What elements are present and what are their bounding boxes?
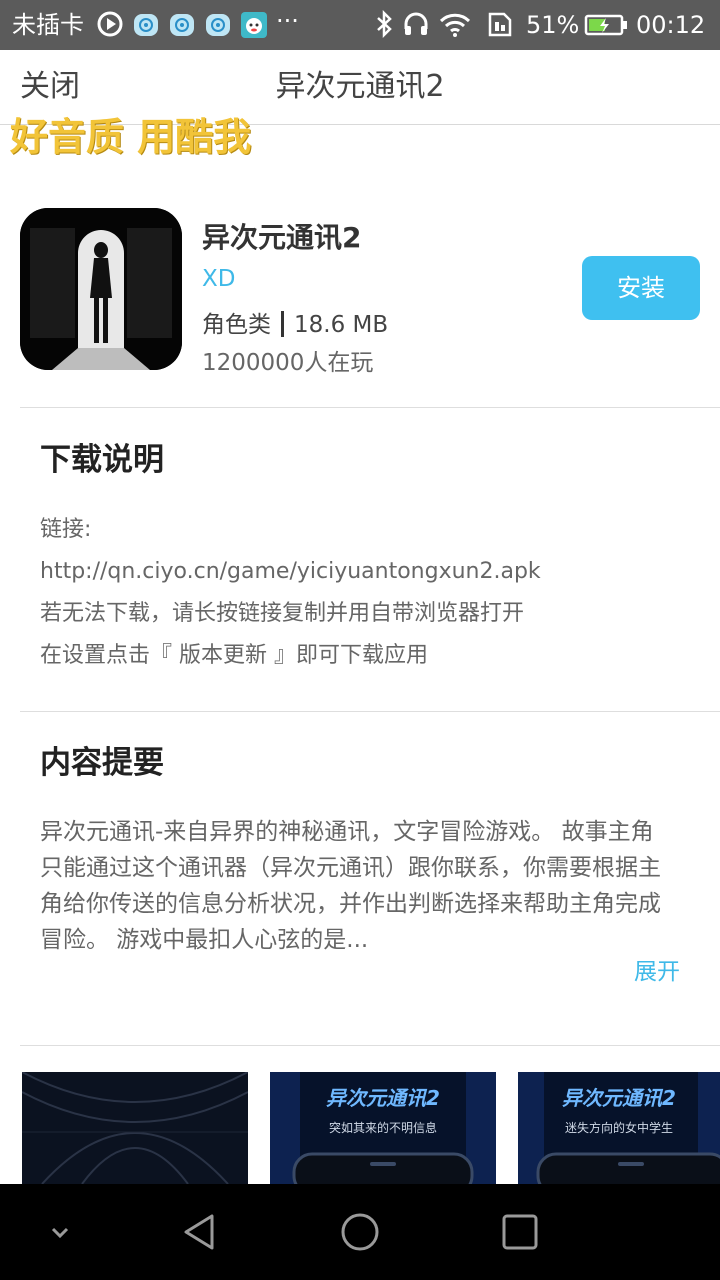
back-icon[interactable] [180, 1212, 220, 1252]
screenshot-caption: 迷失方向的女中学生 [564, 1121, 673, 1135]
summary-text: 异次元通讯-来自异界的神秘通讯，文字冒险游戏。 故事主角只能通过这个通讯器（异次… [40, 819, 661, 953]
battery-percent: 51% [526, 11, 580, 39]
download-line: 链接: [40, 517, 92, 542]
summary-section-title: 内容提要 [40, 745, 164, 781]
divider [20, 1045, 720, 1046]
more-indicator: ··· [276, 7, 299, 35]
app-badge-icon [241, 12, 267, 38]
screenshot-logo: 异次元通讯2 [326, 1086, 440, 1110]
screenshot-thumbnail[interactable] [22, 1072, 248, 1184]
screenshot-thumbnail[interactable]: 异次元通讯2 突如其来的不明信息 [270, 1072, 496, 1184]
signal-badge-icon [206, 14, 230, 36]
divider [20, 407, 720, 408]
screenshot-image [22, 1072, 248, 1184]
screenshot-thumbnail[interactable]: 异次元通讯2 迷失方向的女中学生 [518, 1072, 720, 1184]
play-circle-icon [97, 11, 123, 37]
navigation-bar [0, 1184, 720, 1280]
app-icon [20, 208, 182, 370]
ad-banner[interactable]: 好音质 用酷我 [10, 112, 251, 162]
game-art-image [20, 208, 182, 370]
screenshot-logo: 异次元通讯2 [562, 1086, 676, 1110]
install-button[interactable]: 安装 [582, 256, 700, 320]
status-bar: 未插卡 ··· 51% 00:12 [0, 0, 720, 50]
size-label: 18.6 MB [294, 312, 389, 338]
app-meta: 角色类 18.6 MB [202, 310, 388, 340]
download-section-title: 下载说明 [40, 442, 164, 478]
divider [20, 711, 720, 712]
page-title: 异次元通讯2 [275, 69, 445, 104]
signal-badge-icon [170, 14, 194, 36]
download-line: 若无法下载，请长按链接复制并用自带浏览器打开 [40, 601, 525, 626]
clock: 00:12 [636, 11, 706, 39]
recents-icon[interactable] [500, 1212, 540, 1252]
signal-badge-icon [134, 14, 158, 36]
chevron-down-icon[interactable] [44, 1216, 76, 1248]
headphones-icon [404, 12, 428, 35]
screenshot-caption: 突如其来的不明信息 [328, 1121, 437, 1135]
download-line: 在设置点击『 版本更新 』即可下载应用 [40, 643, 428, 668]
wifi-icon [439, 13, 471, 37]
developer-link[interactable]: XD [202, 264, 235, 294]
category-label: 角色类 [202, 312, 271, 338]
home-icon[interactable] [340, 1212, 380, 1252]
expand-button[interactable]: 展开 [634, 956, 680, 988]
meta-separator [281, 311, 284, 337]
close-button[interactable]: 关闭 [20, 68, 80, 106]
download-link[interactable]: http://qn.ciyo.cn/game/yiciyuantongxun2.… [40, 551, 541, 593]
app-name: 异次元通讯2 [202, 221, 362, 254]
player-count: 1200000人在玩 [202, 350, 374, 376]
sim-icon [488, 12, 512, 37]
battery-icon [584, 14, 627, 36]
carrier-label: 未插卡 [12, 11, 84, 39]
bluetooth-icon [377, 10, 392, 38]
